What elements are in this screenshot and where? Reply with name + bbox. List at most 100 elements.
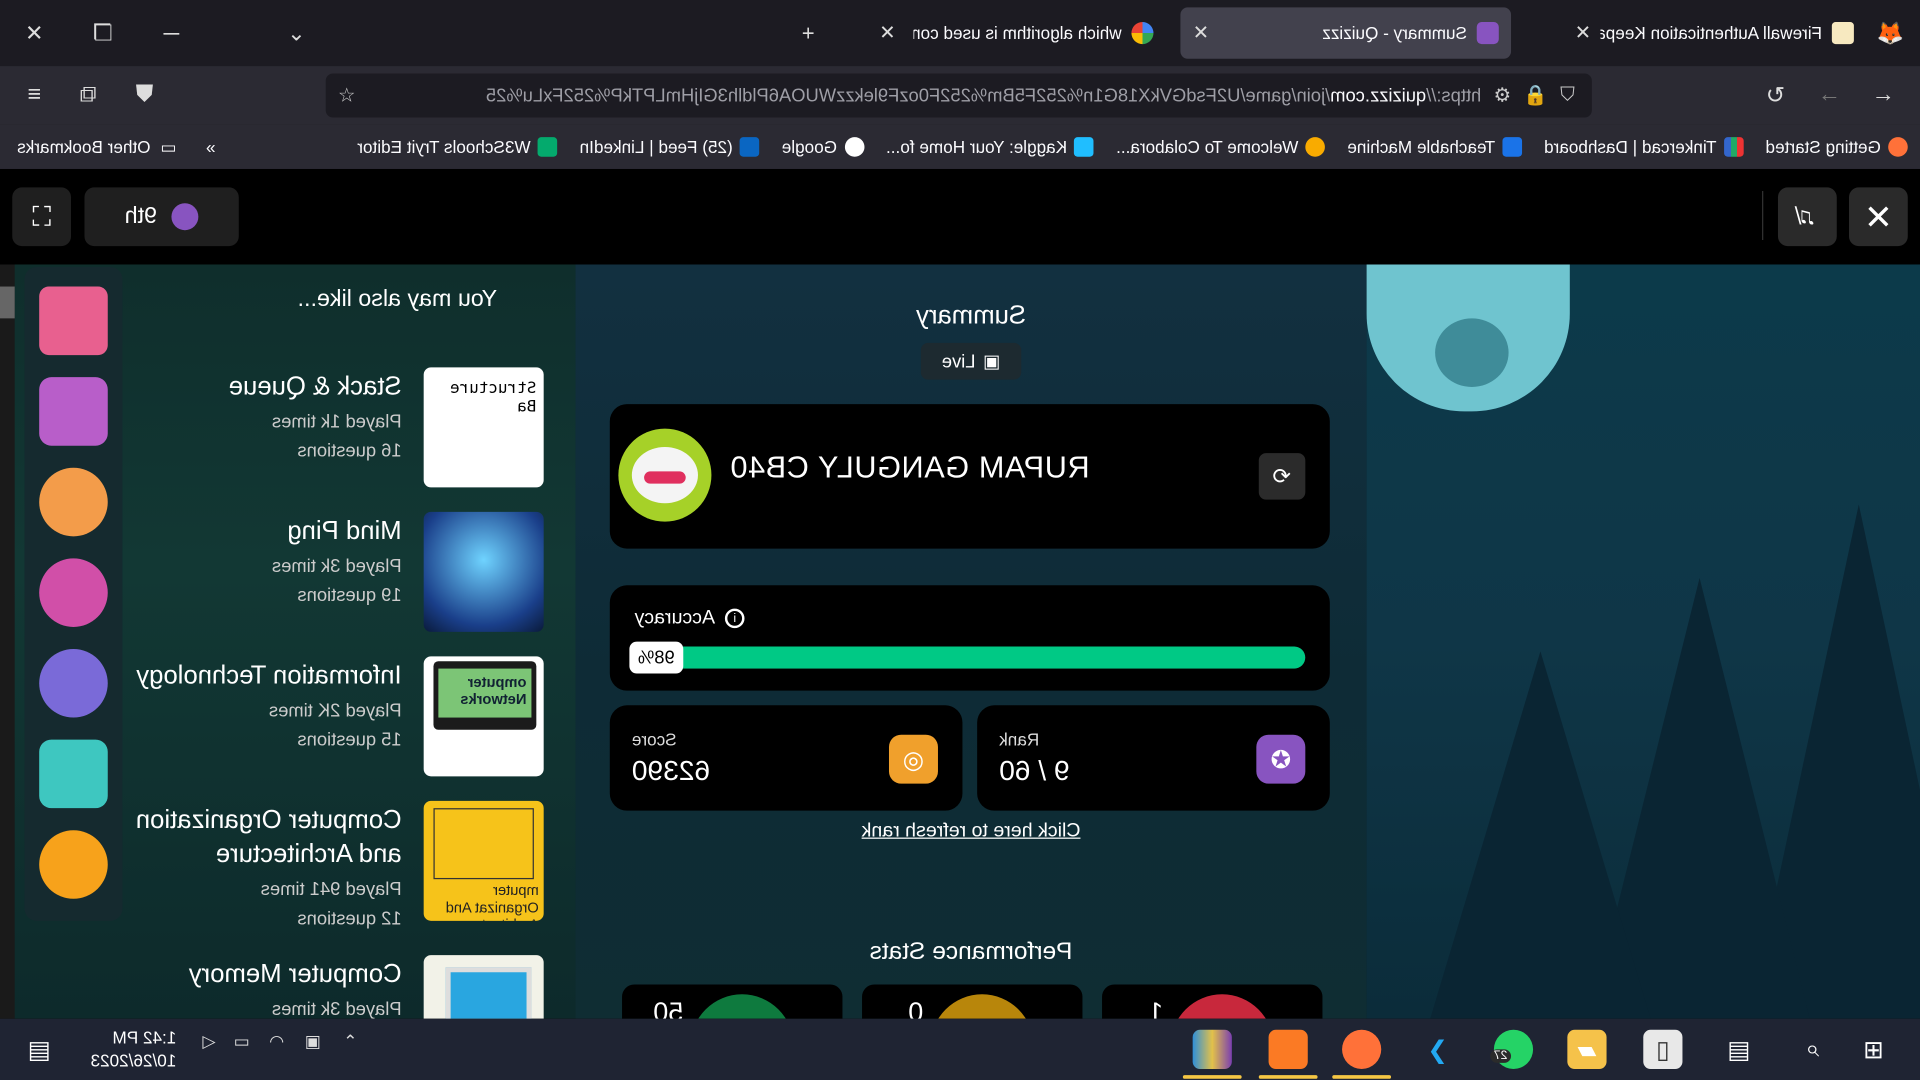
share-button[interactable]: ⟲ bbox=[1258, 453, 1306, 500]
pine-tree-illustration bbox=[1430, 651, 1651, 1019]
close-tab-icon[interactable]: ✕ bbox=[1575, 21, 1591, 45]
volume-icon[interactable]: ◁ bbox=[202, 1031, 215, 1052]
share-icon: ⟲ bbox=[1272, 463, 1292, 488]
firefox-menu-icon[interactable]: 🦊 bbox=[1873, 17, 1907, 49]
quiz-title: Information Technology bbox=[136, 661, 402, 690]
bookmark-tinkercad[interactable]: Tinkercad | Dashboard bbox=[1544, 137, 1744, 157]
wifi-icon[interactable]: ◠ bbox=[269, 1031, 284, 1052]
brain-character-icon[interactable] bbox=[39, 467, 108, 537]
bookmark-kaggle[interactable]: Kaggle: Your Home fo... bbox=[886, 137, 1095, 157]
recommended-quiz-card[interactable]: Computer Memory Played 3k times bbox=[64, 955, 554, 1019]
notepad-icon[interactable]: ▯ bbox=[1643, 1029, 1683, 1069]
vscode-icon[interactable]: ❯ bbox=[1418, 1030, 1457, 1069]
extensions-icon[interactable]: ⧉ bbox=[71, 78, 105, 112]
battery-icon[interactable]: ▭ bbox=[234, 1031, 250, 1052]
navigation-bar: ← → ↻ ⛉ 🔒 ⚙ https://quizizz.com/join/gam… bbox=[0, 66, 1920, 125]
bookmark-teachable-machine[interactable]: Teachable Machine bbox=[1347, 137, 1523, 157]
task-view-icon[interactable]: ▤ bbox=[1719, 1030, 1758, 1069]
file-explorer-icon[interactable]: ▰ bbox=[1567, 1029, 1607, 1069]
tab-label: Summary - Quizizz bbox=[1322, 23, 1467, 43]
url-path: /join/game/U2FsdGVkX18G1n%252F5Bm%252F0o… bbox=[485, 85, 1331, 106]
thumb-caption: omputer Networks bbox=[438, 668, 532, 718]
minimize-window-icon[interactable]: ─ bbox=[154, 17, 188, 49]
quiz-thumbnail: Structure Ba bbox=[423, 367, 544, 488]
w3schools-icon bbox=[537, 137, 558, 157]
tab-google-search[interactable]: which algorithm is used comm ✕ bbox=[867, 7, 1166, 58]
tab-firewall[interactable]: Firewall Authentication Keepalive W ✕ bbox=[1562, 7, 1866, 58]
shield-icon[interactable]: ⛉ bbox=[1560, 84, 1575, 106]
avatar bbox=[618, 428, 712, 522]
new-tab-icon[interactable]: + bbox=[791, 17, 825, 49]
quiz-plays: Played 3k times bbox=[271, 999, 402, 1019]
score-label: Score bbox=[631, 729, 677, 750]
info-icon[interactable]: i bbox=[724, 608, 745, 629]
letter-p-icon[interactable] bbox=[39, 558, 108, 627]
whatsapp-icon[interactable]: 27 bbox=[1490, 1029, 1534, 1069]
pocket-icon[interactable]: ⛊ bbox=[127, 78, 161, 112]
coins-icon: ◎ bbox=[888, 734, 938, 784]
perf-stat-correct: 50 bbox=[622, 984, 843, 1019]
refresh-rank-link[interactable]: Click here to refresh rank bbox=[576, 820, 1367, 842]
quizizz-favicon-icon bbox=[1476, 22, 1499, 45]
back-arrow-icon[interactable]: ← bbox=[1866, 78, 1900, 112]
search-icon[interactable]: ⌕ bbox=[1793, 1030, 1832, 1069]
accuracy-card: i Accuracy 98% bbox=[609, 585, 1330, 691]
address-bar[interactable]: ⛉ 🔒 ⚙ https://quizizz.com/join/game/U2Fs… bbox=[325, 73, 1592, 118]
medal-icon: ✪ bbox=[1256, 734, 1306, 784]
close-tab-icon[interactable]: ✕ bbox=[879, 21, 895, 45]
chevron-right-double-icon[interactable]: » bbox=[206, 137, 216, 157]
recommended-quiz-card[interactable]: Mind Ping Played 3k times 19 questions bbox=[64, 511, 554, 634]
close-window-icon[interactable]: ✕ bbox=[17, 17, 51, 49]
url-protocol: https:// bbox=[1426, 85, 1482, 106]
permissions-icon[interactable]: ⚙ bbox=[1494, 83, 1512, 107]
bookmark-getting-started[interactable]: Getting Started bbox=[1766, 137, 1908, 157]
astronaut-icon[interactable] bbox=[39, 648, 108, 718]
once-more-icon[interactable] bbox=[39, 286, 108, 356]
sus-icon[interactable] bbox=[39, 377, 108, 446]
mute-music-button[interactable]: ♫̸ bbox=[1777, 187, 1837, 247]
bookmark-w3schools[interactable]: W3Schools Tryit Editor bbox=[357, 137, 558, 157]
winrar-icon[interactable] bbox=[1192, 1029, 1232, 1069]
chevron-up-icon[interactable]: ⌃ bbox=[343, 1031, 357, 1052]
notifications-icon[interactable]: ▤ bbox=[20, 1030, 59, 1069]
quiz-plays: Played 2K times bbox=[268, 700, 402, 722]
tinkercad-icon bbox=[1723, 137, 1744, 157]
tab-bar: 🦊 Firewall Authentication Keepalive W ✕ … bbox=[0, 0, 1920, 67]
fullscreen-button[interactable]: ⛶ bbox=[12, 187, 72, 247]
quiz-questions: 15 questions bbox=[297, 729, 402, 751]
windows-start-icon[interactable]: ⊞ bbox=[1854, 1030, 1893, 1069]
close-quiz-button[interactable]: ✕ bbox=[1848, 187, 1908, 247]
reload-icon[interactable]: ↻ bbox=[1758, 78, 1792, 112]
diagram-illustration bbox=[433, 808, 534, 880]
bookmark-star-icon[interactable]: ☆ bbox=[338, 83, 356, 107]
url-host: quizizz.com bbox=[1330, 85, 1427, 106]
lock-icon[interactable]: 🔒 bbox=[1523, 83, 1547, 107]
forward-arrow-icon[interactable]: → bbox=[1812, 78, 1846, 112]
network-icon[interactable]: ▣ bbox=[305, 1031, 321, 1052]
firefox-icon[interactable] bbox=[1342, 1029, 1382, 1069]
bookmark-linkedin[interactable]: (25) Feed | LinkedIn bbox=[580, 137, 760, 157]
list-tabs-chevron-down-icon[interactable]: ⌄ bbox=[279, 17, 313, 49]
quiz-questions: 12 questions bbox=[297, 908, 402, 930]
quiz-plays: Played 941 times bbox=[260, 879, 402, 901]
scrollbar-thumb[interactable] bbox=[0, 286, 15, 319]
quiz-thumbnail: omputer Networks bbox=[423, 656, 544, 777]
xampp-icon[interactable] bbox=[1268, 1029, 1308, 1069]
tab-quizizz[interactable]: Summary - Quizizz ✕ bbox=[1180, 7, 1512, 59]
recommended-quiz-card[interactable]: omputer Networks Information Technology … bbox=[64, 656, 554, 778]
other-bookmarks[interactable]: » ▭ Other Bookmarks bbox=[17, 125, 215, 169]
firefox-icon bbox=[1888, 137, 1908, 157]
letters-icon[interactable] bbox=[39, 739, 108, 809]
close-tab-icon[interactable]: ✕ bbox=[1193, 21, 1209, 45]
recommended-quiz-card[interactable]: mputer Organizat And Architecture Comput… bbox=[64, 800, 554, 948]
bookmark-colab[interactable]: Welcome To Colabora... bbox=[1116, 137, 1326, 157]
running-app-indicator bbox=[1182, 1075, 1242, 1079]
scrollbar[interactable] bbox=[0, 264, 15, 1019]
monitor-illustration bbox=[445, 967, 532, 1019]
recommended-quiz-card[interactable]: Structure Ba Stack & Queue Played 1k tim… bbox=[64, 367, 554, 489]
menu-hamburger-icon[interactable]: ≡ bbox=[17, 78, 51, 112]
system-clock[interactable]: 1:42 PM 10/26/2023 bbox=[78, 1026, 177, 1073]
restore-window-icon[interactable]: ❐ bbox=[86, 17, 120, 49]
bookmark-google[interactable]: Google bbox=[782, 137, 864, 157]
rocket-character-icon[interactable] bbox=[39, 830, 108, 899]
